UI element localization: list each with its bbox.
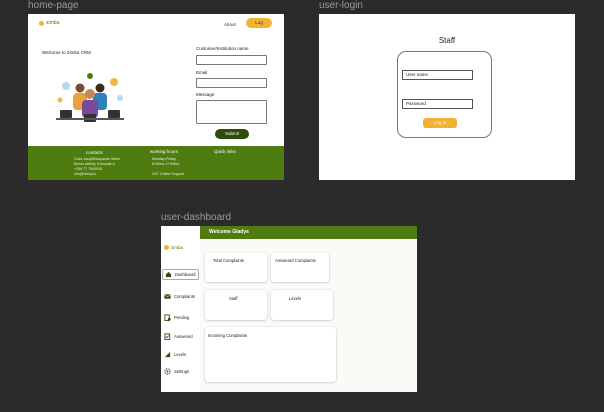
customer-name-label: Customer/Institution name [196,46,249,51]
contacts-heading: contacts [86,150,103,155]
sidebar-item-dashboard[interactable]: Dashboard [162,269,199,280]
dashboard-header: Welcome Gladys [200,226,417,239]
sidebar-item-complaints[interactable]: Complaints [162,291,199,302]
user-dashboard-frame: zimba Dashboard Complaints Pending Answe… [161,226,417,392]
email-input[interactable] [196,78,267,88]
sidebar-item-label: Settings [174,369,190,374]
message-textarea[interactable] [196,100,267,124]
username-input[interactable]: User name [402,70,473,80]
mail-icon [164,294,171,299]
sidebar-item-settings[interactable]: Settings [162,366,199,377]
user-login-frame: Staff User name Password Log in [319,14,575,180]
home-icon [165,271,172,278]
nav-about-link[interactable]: About [224,22,236,27]
card-title: Incoming Complaints [208,333,248,338]
card-title: Staff [229,296,238,301]
home-page-frame: zimba About Log Welcome to Zimba CRM Cus… [28,14,284,180]
levels-card[interactable]: Levels [271,290,333,320]
login-button[interactable]: Log in [423,118,457,128]
card-title: Levels [289,296,302,301]
dashboard-sidebar: zimba Dashboard Complaints Pending Answe… [161,226,200,392]
message-label: Message [196,92,215,97]
sidebar-item-label: Complaints [174,294,195,299]
logo-icon [164,245,169,250]
dashboard-welcome: Welcome Gladys [209,229,249,235]
team-illustration-icon [56,73,124,122]
login-title: Staff [438,36,456,45]
dashboard-logo[interactable]: zimba [164,245,183,250]
home-logo-text: zimba [46,20,60,26]
check-list-icon [164,333,171,340]
nav-login-button[interactable]: Log [246,18,272,28]
sidebar-item-label: Answered [174,334,193,339]
sidebar-item-levels[interactable]: Levels [162,349,199,360]
email-label: Email [196,70,208,75]
quick-links-heading[interactable]: Quick links [214,149,236,154]
contacts-lines: Cues Jacq08/Asyando Wash Boxes Aftekiy, … [74,157,120,177]
hours-heading: working hours [150,149,179,154]
card-title: Answered Complaints [275,258,316,263]
sidebar-item-label: Levels [174,352,187,357]
frame-label-login: user-login [319,0,363,11]
home-topbar: zimba About Log [28,14,284,32]
signal-icon [164,351,171,358]
incoming-complaints-card[interactable]: Incoming Complaints [205,327,336,382]
hours-line: 24/7 Online Support [152,172,184,176]
total-complaints-card[interactable]: Total Complaints [205,253,267,282]
frame-label-home: home-page [28,0,79,11]
clipboard-icon [164,314,171,321]
card-title: Total Complaints [213,258,244,263]
home-logo[interactable]: zimba [39,20,59,26]
staff-card[interactable]: Staff [205,290,267,320]
customer-name-input[interactable] [196,55,267,65]
contacts-line[interactable]: info@zimsy.io [74,172,120,177]
sidebar-item-pending[interactable]: Pending [162,312,199,323]
password-input[interactable]: Password [402,99,473,109]
hours-lines: Monday-Friday 8:00hrs-17:00hrs 24/7 Onli… [152,157,184,177]
gear-icon [164,368,171,375]
sidebar-item-label: Pending [174,315,190,320]
frame-label-dashboard: user-dashboard [161,212,232,223]
answered-complaints-card[interactable]: Answered Complaints [271,253,329,282]
welcome-heading: Welcome to Zimba CRM [42,50,91,55]
sidebar-item-answered[interactable]: Answered [162,331,199,342]
logo-icon [39,20,44,26]
sidebar-item-label: Dashboard [175,272,196,277]
submit-button[interactable]: Submit [215,129,249,139]
dashboard-logo-text: zimba [171,245,184,250]
home-footer: contacts Cues Jacq08/Asyando Wash Boxes … [28,146,284,180]
